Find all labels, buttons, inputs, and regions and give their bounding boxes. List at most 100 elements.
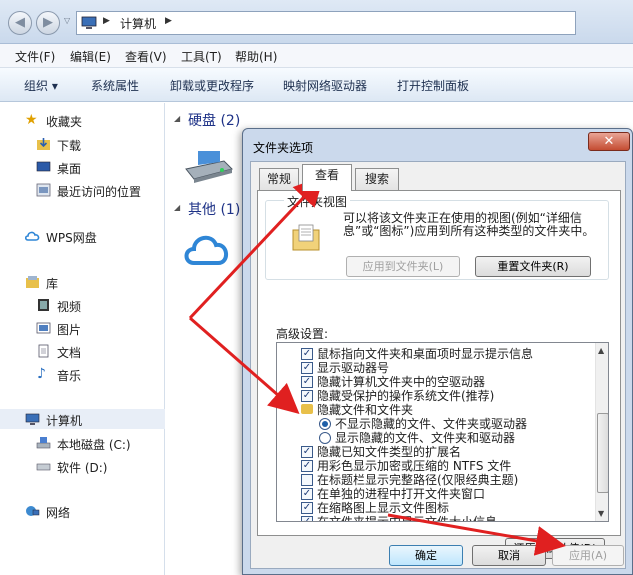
sidebar-item-computer[interactable]: 计算机: [0, 409, 165, 429]
setting-row[interactable]: ✓ 隐藏已知文件类型的扩展名: [277, 445, 595, 459]
computer-icon: [25, 413, 40, 425]
wps-cloud-icon[interactable]: [182, 231, 232, 267]
setting-checkbox[interactable]: ✓: [301, 348, 313, 360]
sidebar-item-label: 最近访问的位置: [57, 185, 142, 199]
sidebar-item-local-disk-c[interactable]: 本地磁盘 (C:): [0, 433, 165, 453]
music-note-icon: ♪: [37, 366, 46, 382]
close-icon[interactable]: ✕: [588, 132, 630, 151]
advanced-settings-list: ✓ 鼠标指向文件夹和桌面项时显示提示信息 ✓ 显示驱动器号 ✓ 隐藏计算机文件夹中的空驱动…: [276, 342, 609, 522]
setting-row[interactable]: 显示隐藏的文件、文件夹和驱动器: [277, 431, 595, 445]
desktop-icon: [36, 161, 51, 172]
settings-scrollbar[interactable]: ▲ ▼: [595, 343, 608, 521]
system-properties-button[interactable]: 系统属性: [91, 77, 139, 94]
navigation-pane: ★ 收藏夹 下载 桌面 最近访问的位置 WPS网盘 库 视频 图片 文档 ♪ 音…: [0, 103, 165, 575]
collapse-triangle-icon[interactable]: ◢: [174, 203, 180, 212]
setting-row[interactable]: ✓ 鼠标指向文件夹和桌面项时显示提示信息: [277, 347, 595, 361]
setting-checkbox[interactable]: ✓: [301, 488, 313, 500]
computer-icon: [81, 16, 97, 29]
setting-checkbox[interactable]: ✓: [301, 362, 313, 374]
sidebar-item-label: 音乐: [57, 369, 82, 383]
apply-to-folders-button[interactable]: 应用到文件夹(L): [346, 256, 460, 277]
sidebar-item-downloads[interactable]: 下载: [0, 134, 165, 154]
picture-icon: [36, 322, 51, 334]
sidebar-item-music[interactable]: ♪ 音乐: [0, 364, 165, 384]
breadcrumb-chevron-icon[interactable]: ▶: [103, 16, 110, 26]
folder-icon: [301, 404, 313, 414]
setting-row[interactable]: ✓ 在单独的进程中打开文件夹窗口: [277, 487, 595, 501]
group-header-harddisks[interactable]: 硬盘 (2): [188, 110, 240, 130]
apply-button[interactable]: 应用(A): [552, 545, 624, 566]
breadcrumb-chevron-icon[interactable]: ▶: [165, 16, 172, 26]
sidebar-item-label: 收藏夹: [46, 115, 83, 129]
ok-button[interactable]: 确定: [389, 545, 463, 566]
setting-label: 不显示隐藏的文件、文件夹或驱动器: [335, 417, 528, 431]
setting-radio[interactable]: [319, 432, 331, 444]
setting-checkbox[interactable]: [301, 474, 313, 486]
setting-checkbox[interactable]: ✓: [301, 446, 313, 458]
menu-edit[interactable]: 编辑(E): [70, 48, 111, 65]
sidebar-item-label: 文档: [57, 346, 82, 360]
sidebar-item-soft-d[interactable]: 软件 (D:): [0, 456, 165, 476]
scroll-up-icon[interactable]: ▲: [598, 346, 604, 355]
sidebar-item-desktop[interactable]: 桌面: [0, 157, 165, 177]
sidebar-item-recent-places[interactable]: 最近访问的位置: [0, 180, 165, 200]
setting-row[interactable]: ✓ 显示驱动器号: [277, 361, 595, 375]
sidebar-item-favorites[interactable]: ★ 收藏夹: [0, 110, 165, 130]
sidebar-item-documents[interactable]: 文档: [0, 341, 165, 361]
setting-radio[interactable]: [319, 418, 331, 430]
setting-row[interactable]: ✓ 隐藏受保护的操作系统文件(推荐): [277, 389, 595, 403]
sidebar-item-videos[interactable]: 视频: [0, 295, 165, 315]
map-network-drive-button[interactable]: 映射网络驱动器: [283, 77, 367, 94]
menu-view[interactable]: 查看(V): [125, 48, 167, 65]
menu-bar: 文件(F) 编辑(E) 查看(V) 工具(T) 帮助(H): [0, 44, 633, 68]
menu-file[interactable]: 文件(F): [15, 48, 55, 65]
setting-row[interactable]: ✓ 在缩略图上显示文件图标: [277, 501, 595, 515]
sidebar-item-libraries[interactable]: 库: [0, 272, 165, 292]
setting-row[interactable]: 不显示隐藏的文件、文件夹或驱动器: [277, 417, 595, 431]
setting-checkbox[interactable]: ✓: [301, 516, 313, 521]
forward-button[interactable]: ▶: [36, 11, 60, 35]
cancel-button[interactable]: 取消: [472, 545, 546, 566]
breadcrumb-computer[interactable]: 计算机: [120, 15, 156, 32]
sidebar-item-network[interactable]: 网络: [0, 501, 165, 521]
tab-view[interactable]: 查看: [302, 164, 352, 191]
sidebar-item-wps[interactable]: WPS网盘: [0, 226, 165, 246]
setting-checkbox[interactable]: ✓: [301, 502, 313, 514]
setting-label: 隐藏已知文件类型的扩展名: [317, 445, 462, 459]
address-box[interactable]: ▶ 计算机 ▶: [76, 11, 576, 35]
scroll-down-icon[interactable]: ▼: [598, 509, 604, 518]
group-header-other[interactable]: 其他 (1): [188, 199, 240, 219]
advanced-settings-label: 高级设置:: [276, 327, 329, 341]
sidebar-item-label: 库: [46, 277, 59, 291]
cloud-icon: [25, 231, 40, 241]
library-icon: [26, 276, 39, 288]
sidebar-item-label: 桌面: [57, 162, 82, 176]
setting-checkbox[interactable]: ✓: [301, 460, 313, 472]
setting-row[interactable]: ✓ 在文件夹提示中显示文件大小信息: [277, 515, 595, 521]
collapse-triangle-icon[interactable]: ◢: [174, 114, 180, 123]
setting-checkbox[interactable]: ✓: [301, 376, 313, 388]
setting-row[interactable]: ✓ 用彩色显示加密或压缩的 NTFS 文件: [277, 459, 595, 473]
setting-row[interactable]: ✓ 隐藏计算机文件夹中的空驱动器: [277, 375, 595, 389]
organize-button[interactable]: 组织 ▾: [24, 77, 58, 94]
setting-label: 在单独的进程中打开文件夹窗口: [317, 487, 486, 501]
scrollbar-thumb[interactable]: [597, 413, 608, 493]
back-button[interactable]: ◀: [8, 11, 32, 35]
tab-search[interactable]: 搜索: [355, 168, 399, 190]
history-dropdown-icon[interactable]: ▽: [64, 17, 72, 25]
setting-checkbox[interactable]: ✓: [301, 390, 313, 402]
uninstall-program-button[interactable]: 卸载或更改程序: [170, 77, 254, 94]
open-control-panel-button[interactable]: 打开控制面板: [397, 77, 469, 94]
document-icon: [38, 344, 49, 358]
menu-tools[interactable]: 工具(T): [181, 48, 222, 65]
address-bar-area: ◀ ▶ ▽ ▶ 计算机 ▶: [0, 0, 633, 44]
setting-label: 鼠标指向文件夹和桌面项时显示提示信息: [317, 347, 534, 361]
reset-folders-button[interactable]: 重置文件夹(R): [475, 256, 591, 277]
setting-row[interactable]: 在标题栏显示完整路径(仅限经典主题): [277, 473, 595, 487]
tab-general[interactable]: 常规: [259, 168, 299, 190]
setting-label: 隐藏受保护的操作系统文件(推荐): [317, 389, 495, 403]
sidebar-item-label: 视频: [57, 300, 82, 314]
menu-help[interactable]: 帮助(H): [235, 48, 277, 65]
hard-drive-c-icon[interactable]: [184, 151, 234, 183]
sidebar-item-pictures[interactable]: 图片: [0, 318, 165, 338]
